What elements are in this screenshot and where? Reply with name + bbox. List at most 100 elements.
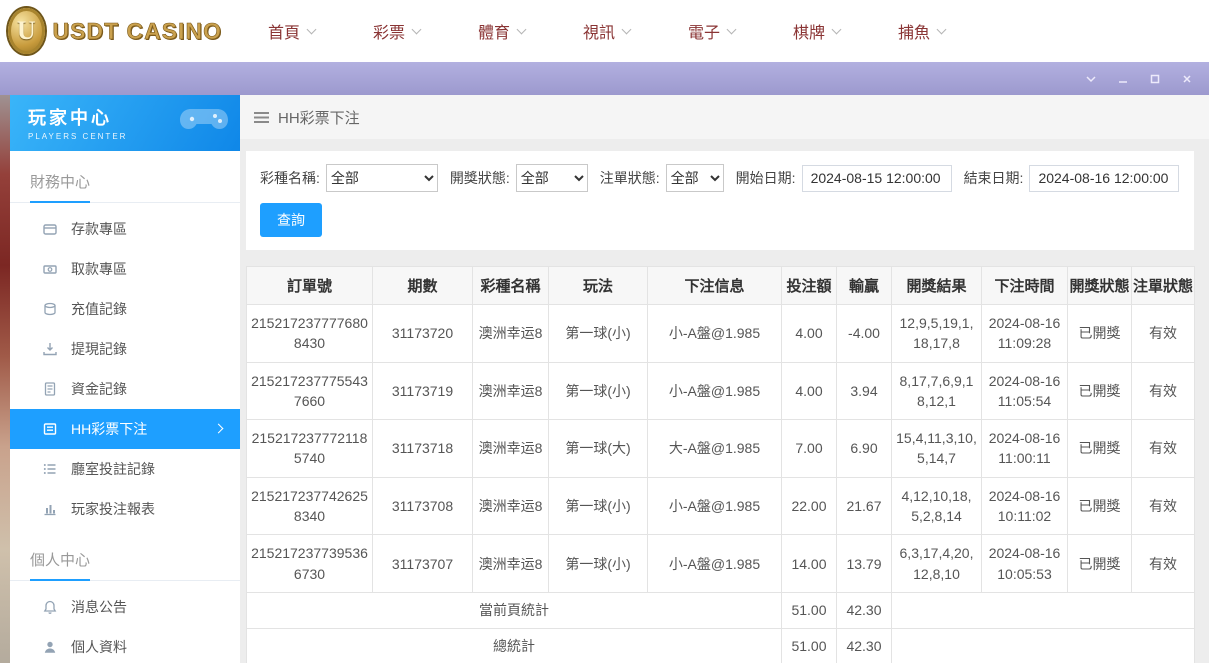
sidebar-item-label: 個人資料: [71, 637, 127, 657]
filter-lottery-name: 彩種名稱: 全部: [260, 164, 438, 192]
draw-status-select[interactable]: 全部: [516, 164, 588, 192]
sidebar-item-label: 提現記錄: [71, 339, 127, 359]
sidebar-item-label: 取款專區: [71, 259, 127, 279]
summary-empty: [892, 592, 1195, 628]
sidebar-item-label: 資金記錄: [71, 379, 127, 399]
gamepad-icon: [178, 103, 230, 139]
nav-item-fishing[interactable]: 捕魚: [898, 19, 1003, 43]
sidebar-item-player-bet-report[interactable]: 玩家投注報表: [10, 489, 240, 529]
cashout-record-icon: [42, 341, 58, 357]
summary-win: 42.30: [837, 628, 892, 663]
chevron-down-icon: [622, 24, 632, 34]
cell-period: 31173719: [373, 362, 473, 420]
cell-order-id: 2152172377721185740: [247, 420, 373, 478]
cell-bet-status: 有效: [1132, 305, 1195, 363]
cell-result: 6,3,17,4,20,12,8,10: [892, 535, 982, 593]
bets-table-panel: 訂單號 期數 彩種名稱 玩法 下注信息 投注額 輸贏 開獎結果 下注時間 開獎狀…: [246, 266, 1194, 663]
sidebar-item-deposit[interactable]: 存款專區: [10, 209, 240, 249]
nav-item-home[interactable]: 首頁: [268, 19, 373, 43]
sidebar-item-hall-bet-record[interactable]: 廳室投註記錄: [10, 449, 240, 489]
nav-item-lottery[interactable]: 彩票: [373, 19, 478, 43]
cell-bet-info: 小-A盤@1.985: [648, 535, 782, 593]
table-row: 2152172377426258340 31173708 澳洲幸运8 第一球(小…: [247, 477, 1195, 535]
sidebar-item-hh-lottery-bets[interactable]: HH彩票下注: [10, 409, 240, 449]
cell-result: 15,4,11,3,10,5,14,7: [892, 420, 982, 478]
start-date-input[interactable]: [802, 165, 952, 192]
cell-draw-status: 已開獎: [1068, 420, 1132, 478]
nav-item-cards[interactable]: 棋牌: [793, 19, 898, 43]
chevron-down-icon: [832, 24, 842, 34]
bets-table: 訂單號 期數 彩種名稱 玩法 下注信息 投注額 輸贏 開獎結果 下注時間 開獎狀…: [246, 266, 1195, 663]
search-button[interactable]: 查詢: [260, 203, 322, 237]
table-header-row: 訂單號 期數 彩種名稱 玩法 下注信息 投注額 輸贏 開獎結果 下注時間 開獎狀…: [247, 267, 1195, 305]
top-navbar: U USDT CASINO 首頁 彩票 體育 視訊 電子: [0, 0, 1209, 62]
logo-badge-icon: U: [8, 8, 45, 54]
window-dropdown-button[interactable]: [1081, 69, 1101, 89]
sidebar-item-cashout-record[interactable]: 提現記錄: [10, 329, 240, 369]
sidebar-item-label: 充值記錄: [71, 299, 127, 319]
cell-play: 第一球(小): [549, 535, 648, 593]
sidebar-item-label: 存款專區: [71, 219, 127, 239]
cell-draw-status: 已開獎: [1068, 362, 1132, 420]
sidebar-item-label: 消息公告: [71, 597, 127, 617]
summary-empty: [892, 628, 1195, 663]
cell-bet-status: 有效: [1132, 535, 1195, 593]
nav-label: 視訊: [583, 19, 615, 43]
cell-win: 21.67: [837, 477, 892, 535]
cell-period: 31173718: [373, 420, 473, 478]
cell-lottery: 澳洲幸运8: [473, 362, 549, 420]
cell-bet-info: 小-A盤@1.985: [648, 477, 782, 535]
window-close-button[interactable]: [1177, 69, 1197, 89]
summary-label: 當前頁統計: [247, 592, 782, 628]
bet-status-label: 注單狀態:: [600, 168, 660, 188]
col-bet-amount: 投注額: [782, 267, 837, 305]
window-minimize-button[interactable]: [1113, 69, 1133, 89]
sidebar-header: 玩家中心 PLAYERS CENTER: [10, 95, 240, 151]
filter-end-date: 結束日期:: [964, 165, 1180, 192]
lottery-bet-icon: [42, 421, 58, 437]
cell-amount: 7.00: [782, 420, 837, 478]
screen: U USDT CASINO 首頁 彩票 體育 視訊 電子: [0, 0, 1209, 663]
cell-lottery: 澳洲幸运8: [473, 305, 549, 363]
lottery-name-label: 彩種名稱:: [260, 168, 320, 188]
sidebar-item-withdraw[interactable]: 取款專區: [10, 249, 240, 289]
nav-item-sports[interactable]: 體育: [478, 19, 583, 43]
cell-bet-status: 有效: [1132, 362, 1195, 420]
cell-result: 12,9,5,19,1,18,17,8: [892, 305, 982, 363]
lottery-name-select[interactable]: 全部: [326, 164, 438, 192]
col-bet-time: 下注時間: [982, 267, 1068, 305]
sidebar-item-profile[interactable]: 個人資料: [10, 627, 240, 663]
menu-toggle-icon[interactable]: [254, 112, 269, 123]
cell-bet-info: 小-A盤@1.985: [648, 362, 782, 420]
report-icon: [42, 501, 58, 517]
cell-play: 第一球(大): [549, 420, 648, 478]
sidebar-item-announcements[interactable]: 消息公告: [10, 587, 240, 627]
sidebar-item-recharge-record[interactable]: 充值記錄: [10, 289, 240, 329]
site-logo[interactable]: U USDT CASINO: [0, 8, 222, 54]
logo-text: USDT CASINO: [53, 18, 222, 45]
chevron-right-icon: [214, 424, 224, 434]
chevron-down-icon: [517, 24, 527, 34]
end-date-label: 結束日期:: [964, 168, 1024, 188]
nav-item-live[interactable]: 視訊: [583, 19, 688, 43]
cell-result: 4,12,10,18,5,2,8,14: [892, 477, 982, 535]
window-maximize-button[interactable]: [1145, 69, 1165, 89]
cell-time: 2024-08-16 11:05:54: [982, 362, 1068, 420]
col-play-type: 玩法: [549, 267, 648, 305]
chevron-down-icon: [307, 24, 317, 34]
cell-amount: 4.00: [782, 305, 837, 363]
end-date-input[interactable]: [1029, 165, 1179, 192]
page-title: HH彩票下注: [278, 107, 360, 128]
cell-play: 第一球(小): [549, 477, 648, 535]
cell-win: 6.90: [837, 420, 892, 478]
cell-time: 2024-08-16 10:05:53: [982, 535, 1068, 593]
cell-time: 2024-08-16 11:00:11: [982, 420, 1068, 478]
filter-draw-status: 開獎狀態: 全部: [450, 164, 588, 192]
nav-item-slots[interactable]: 電子: [688, 19, 793, 43]
nav-label: 棋牌: [793, 19, 825, 43]
cell-lottery: 澳洲幸运8: [473, 535, 549, 593]
cell-win: -4.00: [837, 305, 892, 363]
close-icon: [1181, 73, 1193, 85]
bet-status-select[interactable]: 全部: [666, 164, 724, 192]
sidebar-item-funds-record[interactable]: 資金記錄: [10, 369, 240, 409]
